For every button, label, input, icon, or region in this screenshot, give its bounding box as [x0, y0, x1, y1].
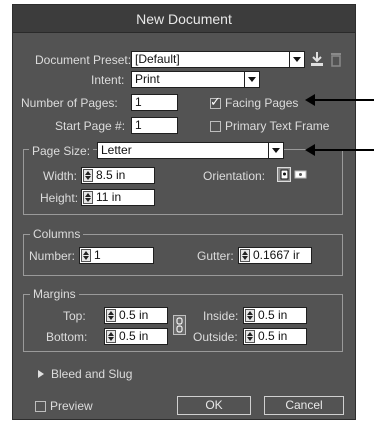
gutter-label: Gutter:	[197, 249, 234, 263]
margin-bottom-label: Bottom:	[46, 330, 88, 344]
margins-group-title: Margins	[30, 287, 79, 301]
ok-button[interactable]: OK	[177, 396, 251, 415]
columns-number-value: 1	[94, 248, 101, 262]
margin-inside-field[interactable]: 0.5 in	[243, 307, 307, 324]
margin-top-label: Top:	[63, 309, 86, 323]
height-value: 11 in	[96, 190, 122, 204]
chain-link-icon[interactable]	[173, 315, 186, 335]
annotation-arrow	[305, 94, 374, 106]
triangle-right-icon[interactable]	[37, 369, 45, 379]
portrait-orientation-icon[interactable]	[277, 167, 291, 182]
document-preset-value: [Default]	[135, 52, 180, 66]
document-preset-label: Document Preset:	[35, 53, 132, 67]
intent-value: Print	[135, 72, 160, 86]
save-preset-icon[interactable]	[310, 51, 324, 67]
start-page-field[interactable]: 1	[131, 117, 178, 134]
stepper-icon[interactable]	[245, 309, 255, 322]
margin-inside-value: 0.5 in	[258, 308, 288, 322]
intent-label: Intent:	[91, 73, 125, 87]
margin-inside-label: Inside:	[203, 309, 239, 323]
chevron-down-icon	[244, 72, 259, 87]
annotation-arrow	[305, 144, 374, 156]
margin-bottom-value: 0.5 in	[119, 329, 149, 343]
columns-number-label: Number:	[29, 249, 76, 263]
bleed-and-slug-label[interactable]: Bleed and Slug	[51, 367, 132, 381]
cancel-button[interactable]: Cancel	[264, 396, 344, 415]
intent-dropdown[interactable]: Print	[131, 71, 260, 88]
margin-top-field[interactable]: 0.5 in	[104, 307, 168, 324]
page-size-value: Letter	[101, 143, 132, 157]
gutter-field[interactable]: 0.1667 ir	[238, 247, 312, 264]
stepper-icon[interactable]	[106, 330, 116, 343]
margin-outside-field[interactable]: 0.5 in	[243, 328, 307, 345]
height-field[interactable]: 11 in	[81, 189, 155, 206]
landscape-orientation-icon[interactable]	[294, 167, 308, 182]
columns-number-field[interactable]: 1	[79, 247, 154, 264]
width-value: 8.5 in	[96, 168, 126, 182]
stepper-icon[interactable]	[106, 309, 116, 322]
facing-pages-checkbox[interactable]: ✓	[210, 94, 221, 109]
margin-top-value: 0.5 in	[119, 308, 149, 322]
dialog-title: New Document	[13, 5, 355, 33]
facing-pages-label: Facing Pages	[225, 96, 299, 110]
stepper-icon[interactable]	[245, 330, 255, 343]
columns-group-title: Columns	[30, 227, 84, 241]
stepper-icon[interactable]	[83, 169, 93, 182]
stepper-icon[interactable]	[83, 191, 93, 204]
primary-text-frame-checkbox[interactable]	[210, 121, 221, 132]
start-page-label: Start Page #:	[55, 119, 126, 133]
gutter-value: 0.1667 ir	[253, 248, 300, 262]
margin-outside-label: Outside:	[193, 330, 238, 344]
width-field[interactable]: 8.5 in	[81, 167, 155, 184]
height-label: Height:	[40, 191, 79, 205]
stepper-icon[interactable]	[240, 249, 250, 262]
preview-checkbox[interactable]	[35, 401, 46, 412]
primary-text-frame-label: Primary Text Frame	[225, 119, 330, 133]
trash-icon[interactable]	[330, 51, 342, 67]
number-of-pages-field[interactable]: 1	[131, 94, 178, 111]
stepper-icon[interactable]	[81, 249, 91, 262]
screenshot-canvas: New Document Document Preset: [Default] …	[0, 0, 379, 425]
page-size-dropdown[interactable]: Letter	[97, 142, 284, 159]
checkmark-icon: ✓	[210, 94, 221, 109]
margin-outside-value: 0.5 in	[258, 329, 288, 343]
preview-label: Preview	[50, 399, 93, 413]
width-label: Width:	[43, 169, 78, 183]
orientation-label: Orientation:	[203, 169, 266, 183]
page-size-label: Page Size:	[29, 144, 94, 158]
new-document-dialog: New Document Document Preset: [Default] …	[12, 4, 356, 420]
chevron-down-icon	[268, 143, 283, 158]
margin-bottom-field[interactable]: 0.5 in	[104, 328, 168, 345]
number-of-pages-label: Number of Pages:	[21, 96, 118, 110]
chevron-down-icon	[289, 52, 304, 67]
document-preset-dropdown[interactable]: [Default]	[131, 51, 305, 68]
